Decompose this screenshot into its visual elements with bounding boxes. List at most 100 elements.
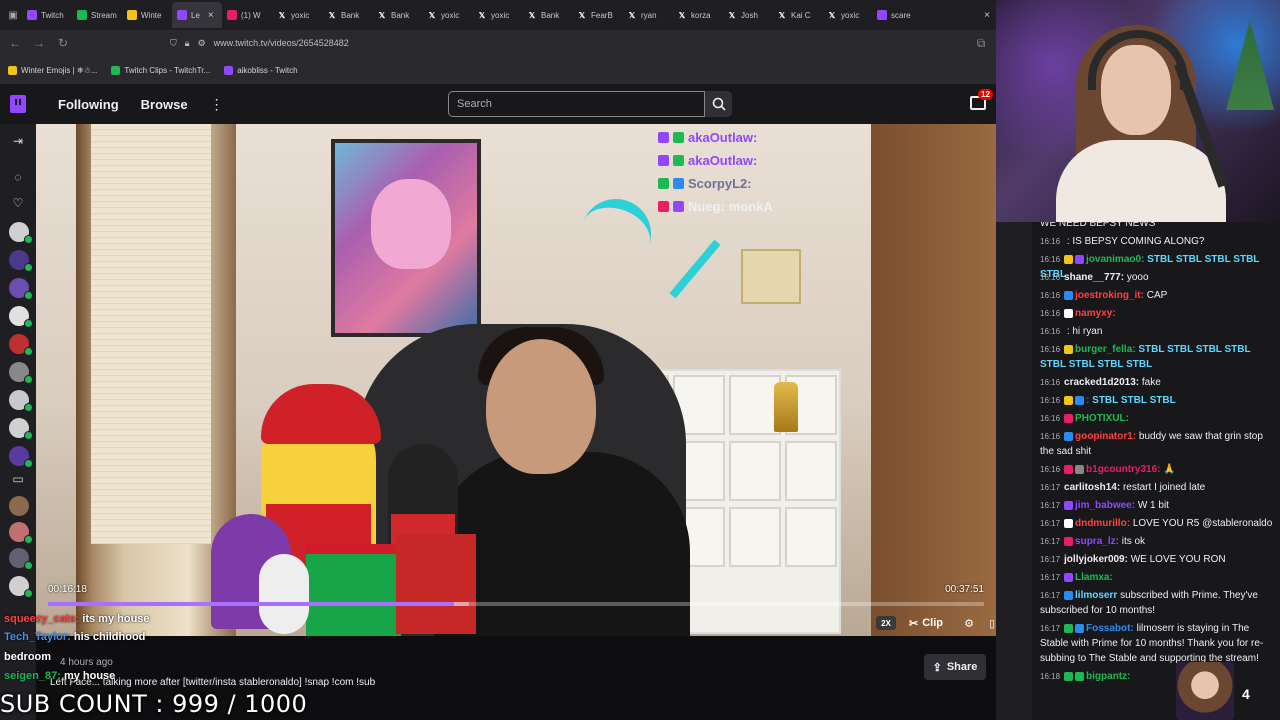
shield-icon[interactable]: ⛉ [170,38,177,49]
chat-username[interactable]: Llamxa: [1075,572,1113,583]
chat-username[interactable]: jollyjoker009: [1064,554,1128,565]
twitch-logo-icon[interactable] [10,95,26,113]
browser-tab[interactable]: 𝕏ryan [622,2,672,28]
chat-message[interactable]: 16:18 bigpantz: [1040,669,1276,684]
chat-username[interactable]: dndmurillo: [1075,518,1130,529]
chat-badge-icon[interactable] [1064,290,1074,300]
browser-tab[interactable]: 𝕏korza [672,2,722,28]
browser-tab[interactable]: (1) W [222,2,272,28]
chat-badge-icon[interactable] [1075,464,1085,474]
tab-list-icon[interactable]: ▣ [4,6,22,24]
chat-badge-icon[interactable] [1064,671,1074,681]
channel-avatar[interactable] [9,522,33,544]
bookmark-aikobliss[interactable]: aikobliss - Twitch [224,65,298,75]
channel-avatar[interactable] [9,390,33,412]
chat-message[interactable]: 16:17 dndmurillo: LOVE YOU R5 @stablerona… [1040,516,1276,531]
channel-avatar[interactable] [9,446,33,468]
screenshot-icon[interactable]: ⧉ [974,36,988,51]
channel-avatar[interactable] [9,250,33,272]
browser-tab[interactable]: 𝕏 FearB [572,2,622,28]
chat-username[interactable]: goopinator1: [1075,431,1136,442]
bookmark-twitch-clips[interactable]: Twitch Clips - TwitchTr... [111,65,210,75]
recommended-icon[interactable]: ◌ [10,170,26,186]
reload-icon[interactable]: ↻ [56,36,70,50]
channel-avatar[interactable] [9,496,29,516]
chat-badge-icon[interactable] [1064,395,1074,405]
channel-avatar[interactable] [9,548,33,570]
channel-avatar[interactable] [9,418,33,440]
chat-username[interactable]: Fossabot: [1086,623,1134,634]
channel-avatar[interactable] [9,362,33,384]
url-text[interactable]: www.twitch.tv/videos/2654528482 [214,38,349,48]
chat-badge-icon[interactable] [1064,518,1074,528]
theatre-mode-icon[interactable]: ▯ [984,612,996,634]
heart-icon[interactable]: ♡ [10,196,26,212]
browser-tab[interactable]: 𝕏yoxic [422,2,472,28]
browser-tab[interactable]: 𝕏yoxic [472,2,522,28]
chat-username[interactable]: jovanimao0: [1086,254,1144,265]
chat-message[interactable]: 16:16 : hi ryan [1040,324,1276,339]
chat-message[interactable]: WE NEED BEPSY NEWS [1040,222,1276,231]
expand-sidebar-icon[interactable]: ⇥ [10,134,26,150]
chat-badge-icon[interactable] [1064,572,1074,582]
chat-badge-icon[interactable] [1064,464,1074,474]
chat-message[interactable]: 16:17 lilmoserr subscribed with Prime. Th… [1040,588,1276,618]
back-icon[interactable]: ← [8,36,22,50]
chat-message[interactable]: 16:16 shane__777: yooo [1040,270,1276,285]
browser-tab[interactable]: 𝕏 Bank [372,2,422,28]
close-tab-icon[interactable]: × [984,10,990,21]
chat-badge-icon[interactable] [1075,671,1085,681]
browser-tab[interactable]: 𝕏yoxic [822,2,872,28]
video-player[interactable]: akaOutlaw: akaOutlaw: ScorpyL2: Nueg: mon… [36,124,996,636]
chat-message[interactable]: 16:16 : IS BEPSY COMING ALONG? [1040,234,1276,249]
close-tab-icon[interactable]: × [208,10,214,21]
chat-username[interactable]: burger_fella: [1075,344,1136,355]
chat-message[interactable]: 16:16 PHOTIXUL: [1040,411,1276,426]
following-link[interactable]: Following [58,97,119,112]
chat-message[interactable]: 16:17 Llamxa: [1040,570,1276,585]
chat-username[interactable]: PHOTIXUL: [1075,413,1129,424]
chat-message[interactable]: 16:17 carlitosh14: restart I joined late [1040,480,1276,495]
share-button[interactable]: ⇪ Share [924,654,986,680]
chat-message[interactable]: 16:16 joestroking_it: CAP [1040,288,1276,303]
chat-badge-icon[interactable] [1064,500,1074,510]
chat-badge-icon[interactable] [1064,254,1074,264]
chat-username[interactable]: : [1086,395,1089,406]
chat-username[interactable]: namyxy: [1075,308,1116,319]
browser-tab[interactable]: Twitch [22,2,72,28]
chat-username[interactable]: jim_babwee: [1075,500,1135,511]
chat-message[interactable]: 16:16 cracked1d2013: fake [1040,375,1276,390]
chat-message[interactable]: 16:16: STBL STBL STBL [1040,393,1276,408]
site-settings-icon[interactable]: ⚙ [198,38,206,49]
channel-avatar[interactable] [9,334,33,356]
chat-message[interactable]: 16:17 jollyjoker009: WE LOVE YOU RON [1040,552,1276,567]
forward-icon[interactable]: → [32,36,46,50]
chat-message[interactable]: 16:16 burger_fella: STBL STBL STBL STBL S… [1040,342,1276,372]
chat-message[interactable]: 16:16 namyxy: [1040,306,1276,321]
chat-username[interactable]: bigpantz: [1086,671,1130,682]
chat-message[interactable]: 16:17 supra_lz: its ok [1040,534,1276,549]
chat-username[interactable]: cracked1d2013: [1064,377,1139,388]
chat-badge-icon[interactable] [1075,254,1085,264]
chat-badge-icon[interactable] [1064,590,1074,600]
channel-avatar[interactable] [9,222,33,244]
seek-bar[interactable] [48,602,984,606]
video-camera-icon[interactable]: ▭ [10,472,26,488]
chat-badge-icon[interactable] [1075,395,1085,405]
chat-message[interactable]: 16:16 b1gcountry316: 🙏 [1040,462,1276,477]
browser-tab[interactable]: Winte [122,2,172,28]
chat-username[interactable]: b1gcountry316: [1086,464,1160,475]
lock-icon[interactable]: 🔒︎ [185,38,190,49]
browser-tab[interactable]: Le × [172,2,222,28]
search-button[interactable] [705,91,732,117]
browser-tab[interactable]: 𝕏yoxic [272,2,322,28]
search-input[interactable]: Search [448,91,705,117]
chat-username[interactable]: carlitosh14: [1064,482,1120,493]
channel-avatar[interactable] [9,576,33,598]
channel-avatar[interactable] [9,306,33,328]
channel-avatar[interactable] [9,278,33,300]
chat-message[interactable]: 16:17 Fossabot: lilmoserr is staying in T… [1040,621,1276,666]
chat-badge-icon[interactable] [1064,413,1074,423]
browser-tab[interactable]: 𝕏 Bank [322,2,372,28]
chat-badge-icon[interactable] [1064,344,1074,354]
